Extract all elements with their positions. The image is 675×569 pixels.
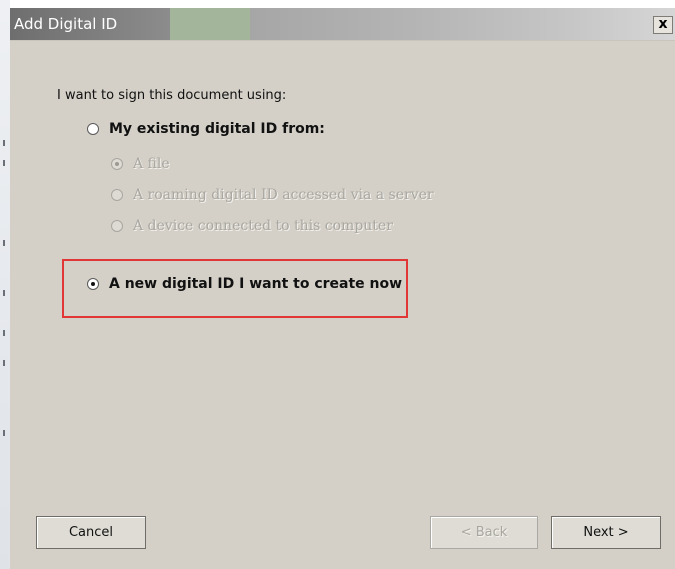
radio-existing-id[interactable] bbox=[87, 123, 99, 135]
close-button[interactable]: x bbox=[653, 16, 673, 34]
edge-mark bbox=[3, 430, 5, 436]
sign-using-prompt: I want to sign this document using: bbox=[57, 88, 287, 103]
radio-a-file[interactable] bbox=[111, 158, 123, 170]
radio-new-id[interactable] bbox=[87, 278, 99, 290]
option-device[interactable]: A device connected to this computer bbox=[111, 218, 393, 234]
option-new-id[interactable]: A new digital ID I want to create now bbox=[87, 276, 402, 292]
edge-mark bbox=[3, 140, 5, 146]
radio-roaming-id[interactable] bbox=[111, 189, 123, 201]
edge-mark bbox=[3, 290, 5, 296]
next-button[interactable]: Next > bbox=[551, 516, 661, 549]
option-existing-id[interactable]: My existing digital ID from: bbox=[87, 121, 325, 137]
option-device-label: A device connected to this computer bbox=[133, 218, 393, 234]
option-a-file[interactable]: A file bbox=[111, 156, 170, 172]
option-a-file-label: A file bbox=[133, 156, 170, 172]
option-roaming-id[interactable]: A roaming digital ID accessed via a serv… bbox=[111, 187, 434, 203]
cancel-button[interactable]: Cancel bbox=[36, 516, 146, 549]
radio-device[interactable] bbox=[111, 220, 123, 232]
edge-mark bbox=[3, 330, 5, 336]
edge-mark bbox=[3, 160, 5, 166]
dialog-title: Add Digital ID bbox=[14, 15, 118, 33]
edge-mark bbox=[3, 360, 5, 366]
option-existing-id-label: My existing digital ID from: bbox=[109, 121, 325, 137]
background-window-edge bbox=[0, 0, 10, 569]
add-digital-id-dialog: Add Digital ID x I want to sign this doc… bbox=[10, 8, 675, 569]
back-button[interactable]: < Back bbox=[430, 516, 538, 549]
edge-mark bbox=[3, 240, 5, 246]
option-new-id-label: A new digital ID I want to create now bbox=[109, 276, 403, 292]
title-bar[interactable]: Add Digital ID x bbox=[10, 8, 675, 41]
option-roaming-id-label: A roaming digital ID accessed via a serv… bbox=[133, 187, 434, 203]
